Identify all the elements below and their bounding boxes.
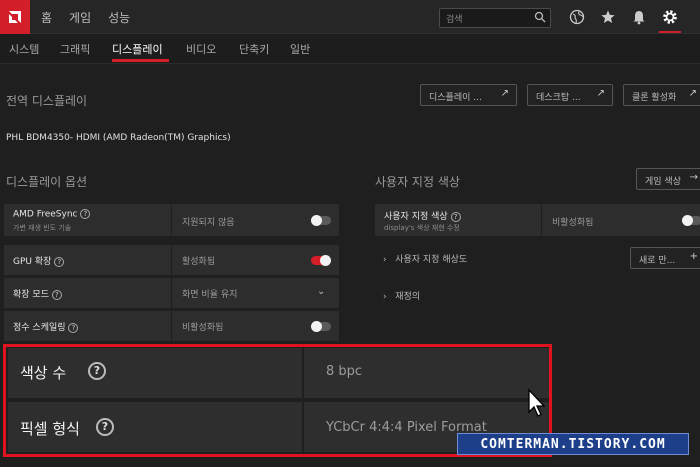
- custom-color-row: 사용자 지정 색상 ? display's 색상 재현 수정 비활성화됨: [375, 204, 700, 236]
- gpu-scaling-toggle[interactable]: [311, 255, 331, 266]
- new-custom-resolution-button[interactable]: 새로 만... +: [630, 247, 700, 269]
- help-icon[interactable]: ?: [96, 418, 114, 436]
- watermark: COMTERMAN.TISTORY.COM: [457, 433, 689, 455]
- scaling-mode-row: 확장 모드 ? 화면 비율 유지 ⌄: [4, 278, 339, 308]
- chevron-right-icon: ›: [383, 292, 387, 302]
- nav-home[interactable]: 홈: [41, 9, 52, 26]
- tab-display[interactable]: 디스플레이: [112, 41, 163, 57]
- tab-general[interactable]: 일반: [290, 41, 310, 57]
- settings-tabs: 시스템 그래픽 디스플레이 비디오 단축키 일반: [0, 34, 700, 64]
- arrow-right-icon: →: [689, 172, 698, 183]
- custom-color-title: 사용자 지정 색상: [375, 175, 460, 189]
- gpu-scaling-value: 활성화됨: [182, 257, 216, 267]
- chevron-right-icon: ›: [383, 255, 387, 265]
- custom-color-sub: display's 색상 재현 수정: [384, 224, 460, 232]
- freesync-toggle[interactable]: [311, 215, 331, 226]
- gpu-scaling-label: GPU 확장: [13, 257, 52, 267]
- external-link-icon: ↗: [596, 88, 605, 99]
- help-icon[interactable]: ?: [54, 256, 65, 267]
- tab-system[interactable]: 시스템: [9, 41, 39, 57]
- tab-graphics[interactable]: 그래픽: [60, 41, 90, 57]
- settings-active-indicator: [659, 31, 681, 33]
- custom-color-label: 사용자 지정 색상: [384, 212, 448, 222]
- freesync-sub: 가변 재생 빈도 기술: [13, 224, 72, 232]
- help-icon[interactable]: ?: [68, 322, 79, 333]
- integer-scaling-value: 비활성화됨: [182, 323, 224, 333]
- color-depth-row: 색상 수 ? 8 bpc: [8, 348, 549, 398]
- external-link-icon: ↗: [688, 88, 697, 99]
- integer-scaling-label: 정수 스케일링: [13, 323, 66, 333]
- mouse-cursor-icon: [528, 388, 546, 417]
- override-expander[interactable]: › 재정의: [383, 289, 420, 302]
- integer-scaling-row: 정수 스케일링 ? 비활성화됨: [4, 311, 339, 341]
- search-icon: [534, 11, 546, 23]
- color-depth-label: 색상 수: [20, 364, 67, 382]
- integer-scaling-toggle[interactable]: [311, 321, 331, 332]
- freesync-row: AMD FreeSync ? 가변 재생 빈도 기술 지원되지 않음: [4, 204, 339, 236]
- monitor-name: PHL BDM4350- HDMI (AMD Radeon(TM) Graphi…: [6, 133, 231, 143]
- help-icon[interactable]: ?: [88, 362, 106, 380]
- plus-icon: +: [689, 251, 698, 262]
- custom-color-value: 비활성화됨: [552, 218, 594, 228]
- help-icon[interactable]: ?: [51, 289, 62, 300]
- custom-resolution-expander[interactable]: › 사용자 지정 해상도: [383, 252, 467, 265]
- desktop-button[interactable]: 데스크탑 ... ↗: [527, 84, 613, 106]
- scaling-mode-label: 확장 모드: [13, 290, 49, 300]
- help-icon[interactable]: ?: [450, 211, 461, 222]
- external-link-icon: ↗: [500, 88, 509, 99]
- chevron-down-icon[interactable]: ⌄: [317, 286, 325, 297]
- gpu-scaling-row: GPU 확장 ? 활성화됨: [4, 245, 339, 275]
- help-icon[interactable]: ?: [80, 209, 91, 219]
- custom-color-toggle[interactable]: [682, 215, 700, 226]
- clone-enable-button[interactable]: 클론 활성화 ↗: [623, 84, 700, 106]
- amd-logo[interactable]: [0, 0, 30, 34]
- freesync-label: AMD FreeSync: [13, 209, 78, 220]
- game-color-button[interactable]: 게임 색상 →: [636, 168, 700, 190]
- scaling-mode-value[interactable]: 화면 비율 유지: [182, 287, 237, 300]
- display-specs-button[interactable]: 디스플레이 ... ↗: [420, 84, 517, 106]
- gear-icon[interactable]: [662, 9, 678, 25]
- nav-performance[interactable]: 성능: [108, 9, 130, 26]
- top-bar: 홈 게임 성능 검색: [0, 0, 700, 34]
- tab-hotkeys[interactable]: 단축키: [239, 41, 269, 57]
- freesync-value: 지원되지 않음: [182, 218, 235, 228]
- tab-video[interactable]: 비디오: [186, 41, 216, 57]
- global-display-title: 전역 디스플레이: [6, 94, 88, 108]
- search-input[interactable]: 검색: [439, 8, 551, 28]
- nav-gaming[interactable]: 게임: [69, 9, 91, 26]
- display-options-title: 디스플레이 옵션: [6, 175, 88, 189]
- globe-icon[interactable]: [569, 9, 585, 25]
- active-tab-underline: [112, 59, 169, 62]
- color-depth-value[interactable]: 8 bpc: [326, 364, 362, 379]
- star-icon[interactable]: [600, 9, 616, 25]
- bell-icon[interactable]: [631, 9, 647, 25]
- pixel-format-label: 픽셀 형식: [20, 420, 80, 438]
